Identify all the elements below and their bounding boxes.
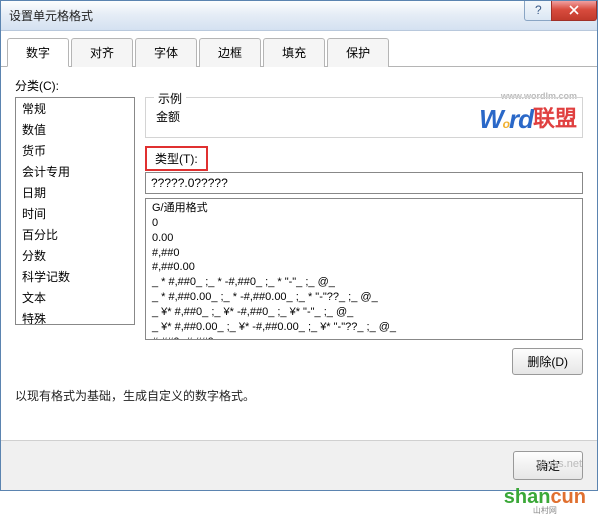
dialog-footer: 确定 xyxy=(1,440,597,490)
sample-box: 示例 金额 xyxy=(145,97,583,138)
format-item[interactable]: 0.00 xyxy=(150,231,578,246)
category-item[interactable]: 文本 xyxy=(16,287,134,308)
type-section: 类型(T): xyxy=(145,146,583,194)
sample-value: 金额 xyxy=(156,106,572,127)
category-item[interactable]: 特殊 xyxy=(16,308,134,325)
titlebar: 设置单元格格式 ? xyxy=(1,1,597,31)
window-buttons: ? xyxy=(525,1,597,21)
category-item[interactable]: 日期 xyxy=(16,182,134,203)
format-item[interactable]: G/通用格式 xyxy=(150,201,578,216)
svg-text:?: ? xyxy=(535,4,542,16)
sample-legend: 示例 xyxy=(154,90,186,107)
category-item[interactable]: 会计专用 xyxy=(16,161,134,182)
highlight-annotation: 类型(T): xyxy=(145,146,208,171)
right-panel: www.wordlm.com Word联盟 示例 金额 类型(T): G/通用格… xyxy=(145,97,583,375)
tab-border[interactable]: 边框 xyxy=(199,38,261,67)
category-item[interactable]: 常规 xyxy=(16,98,134,119)
type-input[interactable] xyxy=(145,172,583,194)
dialog-window: 设置单元格格式 ? 数字 对齐 字体 边框 填充 保护 分类(C): 常规 数值… xyxy=(0,0,598,491)
category-item[interactable]: 时间 xyxy=(16,203,134,224)
watermark-grass: grass.net xyxy=(537,458,582,470)
type-label: 类型(T): xyxy=(155,152,198,166)
category-item[interactable]: 货币 xyxy=(16,140,134,161)
delete-button[interactable]: 删除(D) xyxy=(512,348,583,375)
tab-font[interactable]: 字体 xyxy=(135,38,197,67)
format-listbox[interactable]: G/通用格式 0 0.00 #,##0 #,##0.00 _ * #,##0_ … xyxy=(145,198,583,340)
tab-fill[interactable]: 填充 xyxy=(263,38,325,67)
tab-align[interactable]: 对齐 xyxy=(71,38,133,67)
close-icon xyxy=(568,4,580,16)
format-item[interactable]: _ ¥* #,##0.00_ ;_ ¥* -#,##0.00_ ;_ ¥* "-… xyxy=(150,320,578,335)
help-button[interactable]: ? xyxy=(524,1,552,21)
format-item[interactable]: _ * #,##0.00_ ;_ * -#,##0.00_ ;_ * "-"??… xyxy=(150,290,578,305)
tab-row: 数字 对齐 字体 边框 填充 保护 xyxy=(1,31,597,67)
format-item[interactable]: #,##0;-#,##0 xyxy=(150,335,578,340)
watermark-shancun: shancun 山村网 xyxy=(504,486,586,516)
dialog-body: 分类(C): 常规 数值 货币 会计专用 日期 时间 百分比 分数 科学记数 文… xyxy=(1,67,597,440)
hint-text: 以现有格式为基础，生成自定义的数字格式。 xyxy=(15,387,583,404)
category-listbox[interactable]: 常规 数值 货币 会计专用 日期 时间 百分比 分数 科学记数 文本 特殊 自定… xyxy=(15,97,135,325)
tab-number[interactable]: 数字 xyxy=(7,38,69,67)
category-item[interactable]: 分数 xyxy=(16,245,134,266)
format-item[interactable]: _ ¥* #,##0_ ;_ ¥* -#,##0_ ;_ ¥* "-"_ ;_ … xyxy=(150,305,578,320)
format-item[interactable]: 0 xyxy=(150,216,578,231)
category-item[interactable]: 科学记数 xyxy=(16,266,134,287)
window-title: 设置单元格格式 xyxy=(9,7,525,24)
category-item[interactable]: 百分比 xyxy=(16,224,134,245)
delete-row: 删除(D) xyxy=(145,348,583,375)
help-icon: ? xyxy=(532,4,544,16)
close-button[interactable] xyxy=(551,1,597,21)
format-item[interactable]: #,##0 xyxy=(150,246,578,261)
main-area: 常规 数值 货币 会计专用 日期 时间 百分比 分数 科学记数 文本 特殊 自定… xyxy=(15,97,583,375)
tab-protect[interactable]: 保护 xyxy=(327,38,389,67)
format-item[interactable]: #,##0.00 xyxy=(150,260,578,275)
category-item[interactable]: 数值 xyxy=(16,119,134,140)
format-item[interactable]: _ * #,##0_ ;_ * -#,##0_ ;_ * "-"_ ;_ @_ xyxy=(150,275,578,290)
